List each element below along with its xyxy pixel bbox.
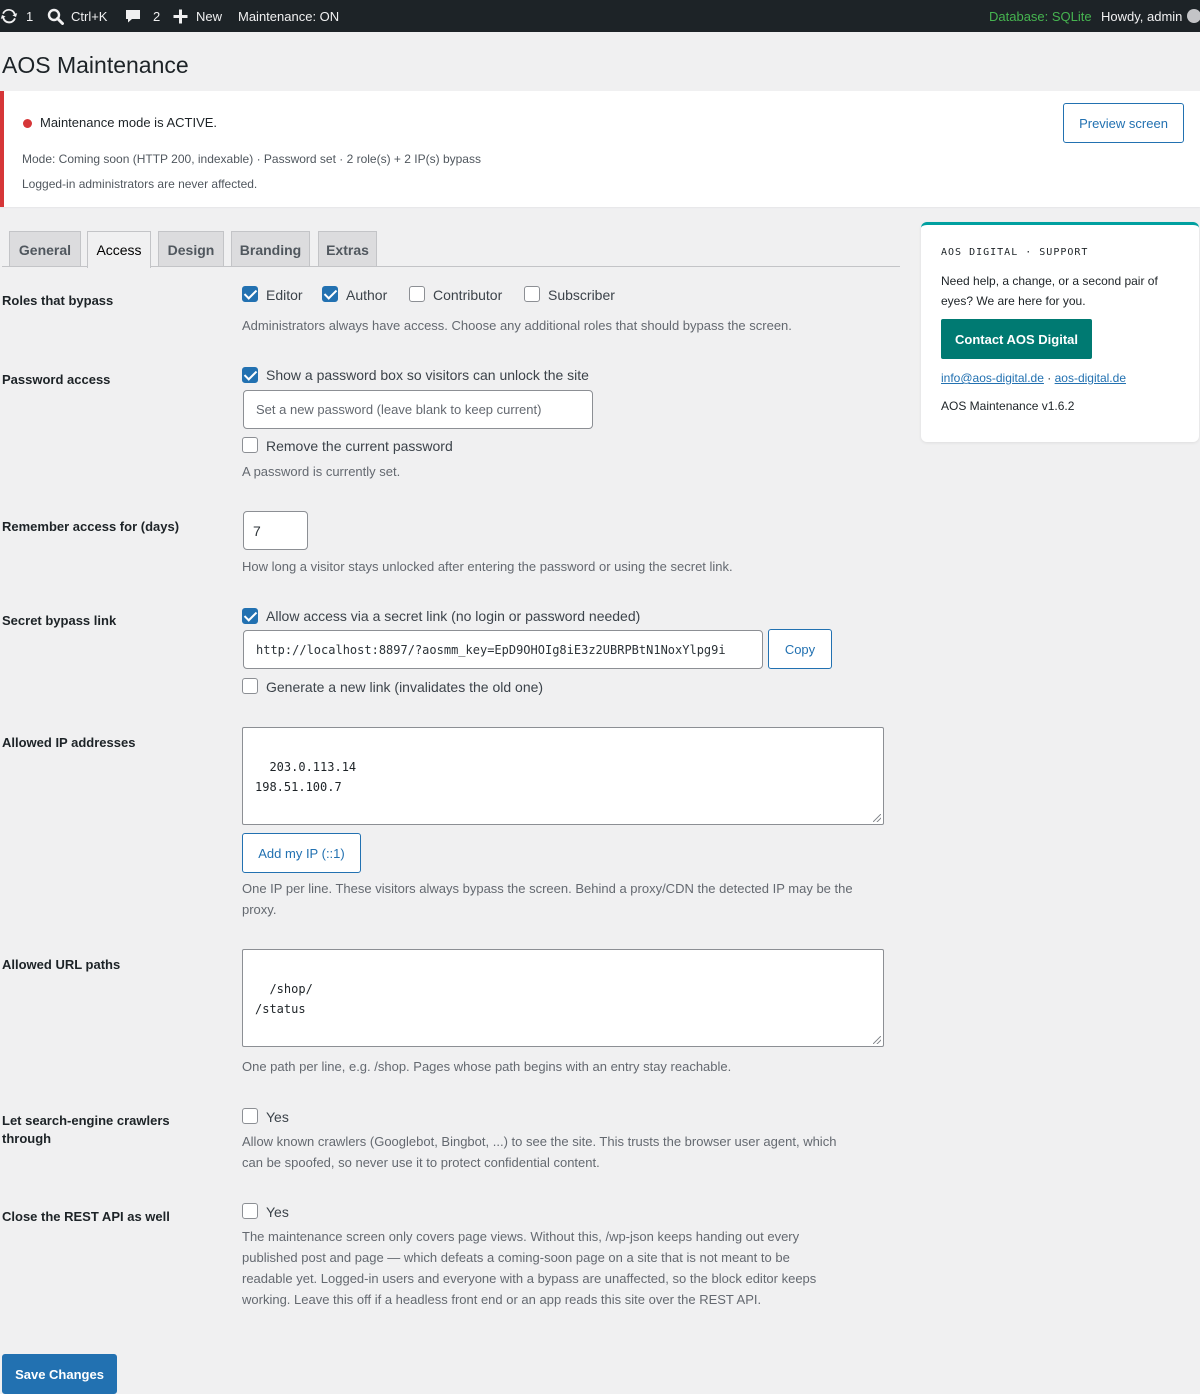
notice-summary: Mode: Coming soon (HTTP 200, indexable) …	[22, 152, 481, 166]
contact-aos-digital-button[interactable]: Contact AOS Digital	[941, 319, 1092, 359]
database-label: Database: SQLite	[989, 8, 1092, 24]
database-indicator: Database: SQLite	[989, 0, 1092, 32]
rest-api-description-2: published post and page — which defeats …	[242, 1250, 790, 1265]
preview-screen-button[interactable]: Preview screen	[1063, 103, 1184, 143]
remember-days-input[interactable]: 7	[243, 511, 308, 550]
regenerate-link-checkbox[interactable]	[242, 678, 258, 694]
comments-count: 2	[153, 8, 161, 24]
allowed-paths-label: Allowed URL paths	[2, 957, 121, 972]
add-my-ip-button[interactable]: Add my IP (::1)	[242, 833, 361, 873]
rest-api-description-1: The maintenance screen only covers page …	[242, 1229, 800, 1244]
remember-label: Remember access for (days)	[2, 519, 180, 534]
show-password-box-label: Show a password box so visitors can unlo…	[266, 367, 589, 383]
save-changes-button[interactable]: Save Changes	[2, 1354, 117, 1394]
allow-secret-link-label: Allow access via a secret link (no login…	[266, 608, 641, 624]
rest-api-label: Close the REST API as well	[2, 1209, 170, 1224]
allowed-paths-description: One path per line, e.g. /shop. Pages who…	[242, 1059, 732, 1074]
link-separator: ·	[1047, 371, 1052, 385]
avatar	[1187, 9, 1200, 23]
rest-api-option-label: Yes	[266, 1204, 289, 1220]
allowed-paths-textarea[interactable]: /shop/ /status	[242, 949, 884, 1047]
roles-label: Roles that bypass	[2, 293, 114, 308]
allowed-ips-description-2: proxy.	[242, 902, 277, 917]
role-editor-label: Editor	[266, 287, 303, 303]
notice-status: Maintenance mode is ACTIVE.	[40, 115, 218, 130]
allowed-paths-value: /shop/ /status	[255, 982, 313, 1016]
search-shortcut[interactable]: Ctrl+K	[47, 0, 107, 32]
maintenance-status-menu[interactable]: Maintenance: ON	[238, 0, 339, 32]
tab-branding[interactable]: Branding	[231, 231, 310, 267]
crawlers-label-1: Let search-engine crawlers	[2, 1113, 170, 1128]
allow-secret-link-checkbox[interactable]	[242, 608, 258, 624]
resize-handle-icon[interactable]	[873, 1036, 881, 1044]
crawlers-description-1: Allow known crawlers (Googlebot, Bingbot…	[242, 1134, 837, 1149]
notice-note: Logged-in administrators are never affec…	[22, 177, 258, 191]
page-title: AOS Maintenance	[2, 52, 189, 78]
support-links: info@aos-digital.de · aos-digital.de	[941, 371, 1126, 385]
role-subscriber-checkbox[interactable]	[524, 286, 540, 302]
role-author-checkbox[interactable]	[322, 286, 338, 302]
support-text: Need help, a change, or a second pair of…	[941, 274, 1158, 308]
new-content-menu[interactable]: New	[173, 0, 222, 32]
regenerate-link-label: Generate a new link (invalidates the old…	[266, 679, 544, 695]
role-subscriber-label: Subscriber	[548, 287, 615, 303]
resize-handle-icon[interactable]	[873, 814, 881, 822]
password-description: A password is currently set.	[242, 464, 401, 479]
comment-icon	[125, 8, 141, 24]
website-link[interactable]: aos-digital.de	[1055, 371, 1126, 385]
allowed-ips-value: 203.0.113.14 198.51.100.7	[255, 760, 357, 794]
password-label: Password access	[2, 372, 111, 387]
maintenance-status: Maintenance: ON	[238, 8, 340, 24]
tab-design[interactable]: Design	[158, 231, 224, 267]
search-shortcut-label: Ctrl+K	[71, 8, 108, 24]
new-password-input[interactable]: Set a new password (leave blank to keep …	[243, 390, 593, 429]
tab-extras[interactable]: Extras	[318, 231, 377, 267]
account-greeting: Howdy, admin	[1101, 8, 1183, 24]
maintenance-notice: Maintenance mode is ACTIVE. Mode: Coming…	[0, 91, 1200, 207]
support-eyebrow: AOS DIGITAL · SUPPORT	[941, 247, 1089, 258]
role-contributor-label: Contributor	[433, 287, 503, 303]
role-author-label: Author	[346, 287, 388, 303]
search-icon	[47, 8, 64, 25]
roles-description: Administrators always have access. Choos…	[242, 318, 792, 333]
support-card: AOS DIGITAL · SUPPORT Need help, a chang…	[921, 222, 1199, 442]
crawlers-description-2: can be spoofed, so never use it to prote…	[242, 1155, 600, 1170]
remove-password-label: Remove the current password	[266, 438, 453, 454]
updates-menu[interactable]: 1	[0, 0, 33, 32]
tab-general[interactable]: General	[9, 231, 81, 267]
plugin-version: AOS Maintenance v1.6.2	[941, 399, 1075, 413]
secret-link-url-field[interactable]: http://localhost:8897/?aosmm_key=EpD9OHO…	[243, 630, 763, 669]
rest-api-checkbox[interactable]	[242, 1203, 258, 1219]
remember-description: How long a visitor stays unlocked after …	[242, 559, 733, 574]
crawlers-label-2: through	[2, 1131, 52, 1146]
role-contributor-checkbox[interactable]	[409, 286, 425, 302]
show-password-box-checkbox[interactable]	[242, 367, 258, 383]
updates-icon	[0, 7, 18, 25]
comments-menu[interactable]: 2	[125, 0, 160, 32]
remove-password-checkbox[interactable]	[242, 437, 258, 453]
allowed-ips-label: Allowed IP addresses	[2, 735, 136, 750]
email-link[interactable]: info@aos-digital.de	[941, 371, 1044, 385]
tab-access[interactable]: Access	[87, 231, 151, 268]
admin-bar: 1 Ctrl+K 2 New Maintenance: ON Database:…	[0, 0, 1200, 32]
account-menu[interactable]: Howdy, admin	[1101, 0, 1200, 32]
updates-count: 1	[26, 8, 34, 24]
plus-icon	[173, 9, 188, 24]
new-label: New	[196, 8, 223, 24]
status-dot-icon	[23, 119, 32, 128]
crawlers-option-label: Yes	[266, 1109, 289, 1125]
allowed-ips-description-1: One IP per line. These visitors always b…	[242, 881, 853, 896]
crawlers-checkbox[interactable]	[242, 1108, 258, 1124]
role-editor-checkbox[interactable]	[242, 286, 258, 302]
rest-api-description-4: working. Leave this off if a headless fr…	[242, 1292, 762, 1307]
rest-api-description-3: readable yet. Logged-in users and everyo…	[242, 1271, 817, 1286]
secret-link-label: Secret bypass link	[2, 613, 117, 628]
allowed-ips-textarea[interactable]: 203.0.113.14 198.51.100.7	[242, 727, 884, 825]
copy-link-button[interactable]: Copy	[768, 629, 832, 669]
